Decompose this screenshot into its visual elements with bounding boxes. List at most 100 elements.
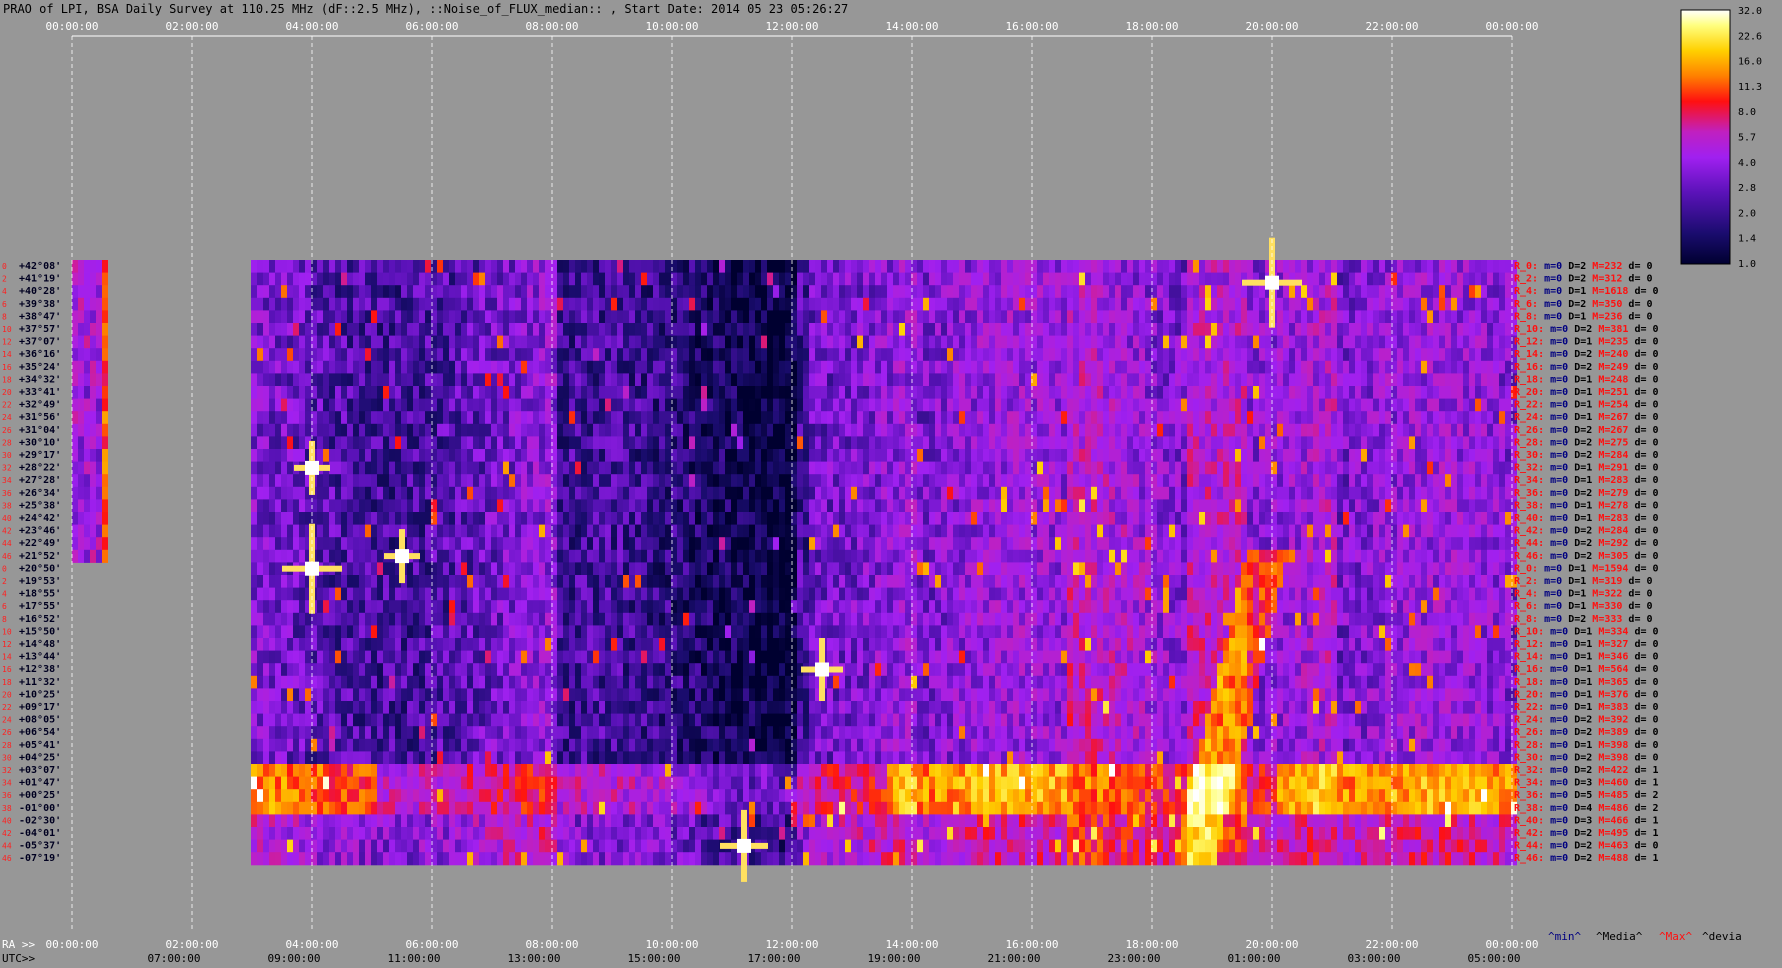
heatmap-cell (1187, 297, 1193, 311)
heatmap-cell (413, 360, 419, 374)
heatmap-cell (1019, 310, 1025, 324)
heatmap-cell (503, 272, 509, 286)
heatmap-cell (1331, 423, 1337, 437)
heatmap-cell (1433, 512, 1439, 526)
heatmap-cell (1193, 297, 1199, 311)
heatmap-cell (449, 411, 455, 425)
heatmap-cell (935, 461, 941, 475)
heatmap-cell (503, 348, 509, 362)
heatmap-cell (719, 499, 725, 513)
heatmap-cell (599, 486, 605, 500)
heatmap-cell (1163, 348, 1169, 362)
heatmap-cell (593, 310, 599, 324)
heatmap-cell (1295, 373, 1301, 387)
heatmap-cell (419, 512, 425, 526)
heatmap-cell (461, 310, 467, 324)
heatmap-cell (599, 260, 605, 274)
heatmap-cell (323, 310, 329, 324)
heatmap-cell (761, 449, 767, 463)
heatmap-cell (647, 272, 653, 286)
heatmap-cell (725, 272, 731, 286)
heatmap-cell (1421, 537, 1427, 551)
heatmap-cell (263, 398, 269, 412)
heatmap-cell (1115, 260, 1121, 274)
heatmap-cell (1007, 386, 1013, 400)
heatmap-cell (275, 524, 281, 538)
heatmap-cell (317, 297, 323, 311)
heatmap-cell (1109, 436, 1115, 450)
heatmap-cell (635, 461, 641, 475)
heatmap-cell (839, 486, 845, 500)
heatmap-cell (719, 398, 725, 412)
heatmap-cell (1385, 461, 1391, 475)
heatmap-cell (275, 474, 281, 488)
heatmap-cell (1067, 297, 1073, 311)
heatmap-cell (821, 537, 827, 551)
heatmap-cell (1211, 411, 1217, 425)
heatmap-cell (1331, 449, 1337, 463)
heatmap-cell (1091, 449, 1097, 463)
heatmap-cell (701, 373, 707, 387)
heatmap-cell (1091, 512, 1097, 526)
heatmap-cell (503, 411, 509, 425)
heatmap-cell (1037, 461, 1043, 475)
heatmap-cell (1001, 335, 1007, 349)
heatmap-cell (1127, 537, 1133, 551)
heatmap-cell (641, 373, 647, 387)
heatmap-cell (1379, 373, 1385, 387)
heatmap-cell (527, 260, 533, 274)
heatmap-cell (263, 373, 269, 387)
heatmap-cell (1385, 524, 1391, 538)
heatmap-cell (743, 486, 749, 500)
heatmap-cell (833, 386, 839, 400)
heatmap-cell (1085, 549, 1091, 563)
heatmap-cell (1397, 386, 1403, 400)
heatmap-cell (647, 474, 653, 488)
heatmap-cell (863, 486, 869, 500)
heatmap-cell (347, 260, 353, 274)
heatmap-cell (1427, 310, 1433, 324)
heatmap-cell (395, 272, 401, 286)
heatmap-cell (821, 549, 827, 563)
heatmap-cell (1109, 310, 1115, 324)
heatmap-cell (593, 461, 599, 475)
heatmap-cell (1175, 537, 1181, 551)
heatmap-cell (521, 373, 527, 387)
heatmap-cell (647, 537, 653, 551)
heatmap-cell (1091, 310, 1097, 324)
heatmap-cell (809, 360, 815, 374)
heatmap-cell (971, 260, 977, 274)
heatmap-cell (443, 260, 449, 274)
heatmap-cell (1385, 512, 1391, 526)
heatmap-cell (725, 310, 731, 324)
heatmap-cell (1061, 398, 1067, 412)
heatmap-cell (965, 386, 971, 400)
heatmap-cell (1307, 398, 1313, 412)
heatmap-cell (323, 335, 329, 349)
heatmap-cell (959, 423, 965, 437)
heatmap-cell (1337, 297, 1343, 311)
heatmap-cell (863, 335, 869, 349)
heatmap-cell (995, 335, 1001, 349)
heatmap-cell (407, 474, 413, 488)
heatmap-cell (803, 323, 809, 337)
heatmap-cell (827, 461, 833, 475)
heatmap-cell (587, 335, 593, 349)
heatmap-cell (1469, 474, 1475, 488)
heatmap-cell (329, 297, 335, 311)
heatmap-cell (437, 474, 443, 488)
heatmap-cell (1007, 537, 1013, 551)
heatmap-cell (917, 549, 923, 563)
heatmap-cell (449, 348, 455, 362)
heatmap-cell (383, 386, 389, 400)
heatmap-cell (437, 260, 443, 274)
heatmap-cell (575, 310, 581, 324)
heatmap-cell (1319, 499, 1325, 513)
heatmap-cell (1445, 461, 1451, 475)
heatmap-cell (545, 386, 551, 400)
heatmap-cell (1091, 524, 1097, 538)
heatmap-cell (617, 524, 623, 538)
heatmap-cell (1133, 537, 1139, 551)
heatmap-cell (479, 512, 485, 526)
heatmap-cell (1247, 449, 1253, 463)
